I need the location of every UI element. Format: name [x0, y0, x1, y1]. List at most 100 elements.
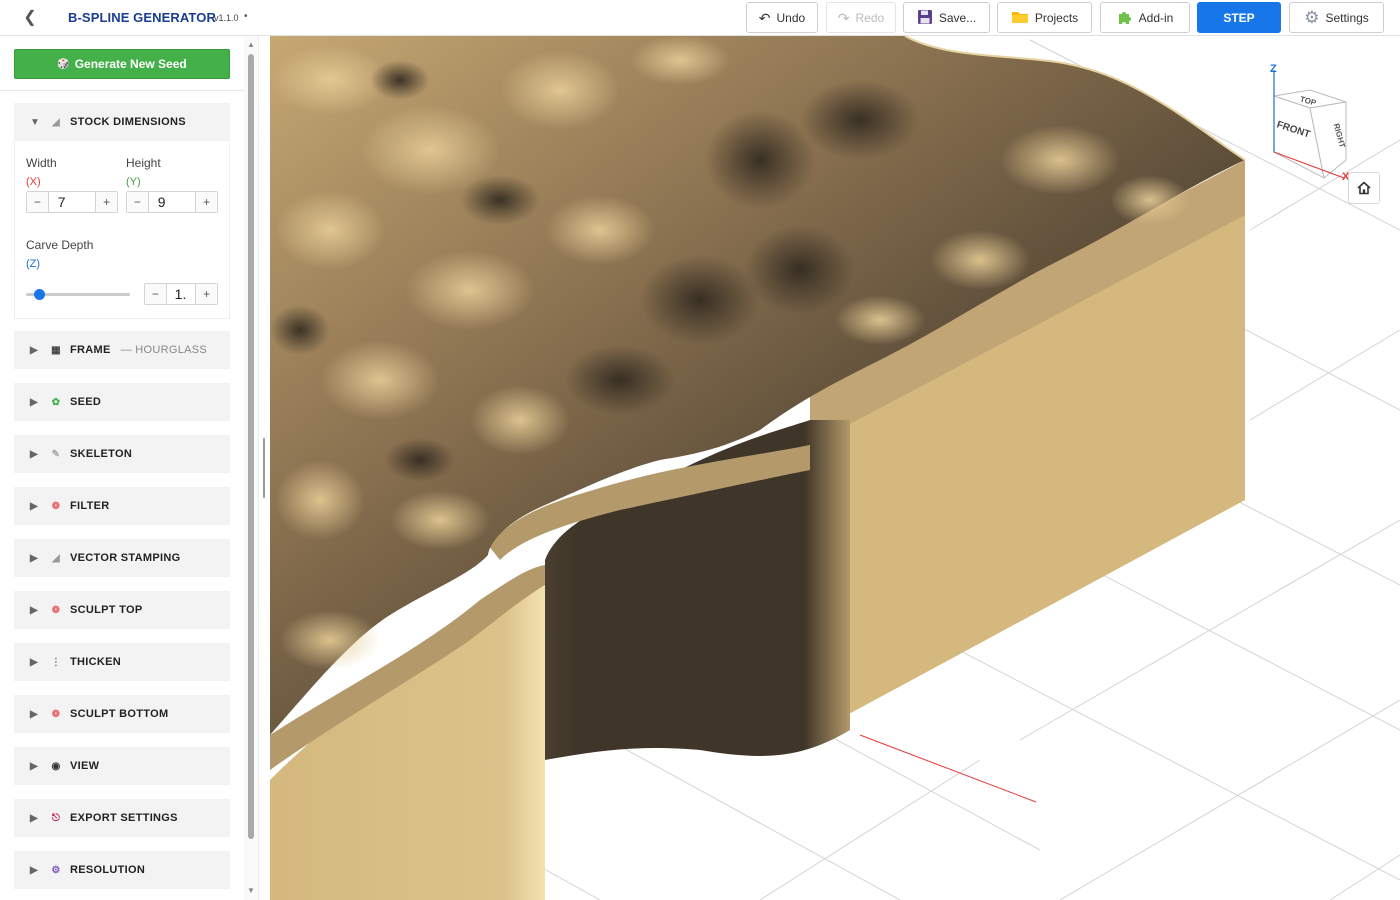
undo-icon: ↶: [758, 9, 771, 26]
panel-view: ▶ ◉ VIEW: [14, 747, 230, 785]
carve-depth-input[interactable]: 1.: [165, 284, 197, 304]
panel-header-skeleton[interactable]: ▶ ✎ SKELETON: [14, 435, 230, 473]
pencil-icon: ✎: [51, 448, 61, 460]
panel-filter: ▶ ❁ FILTER: [14, 487, 230, 525]
width-input[interactable]: 7: [47, 192, 97, 212]
frame-icon: ▦: [51, 344, 61, 356]
height-label: Height: [126, 156, 161, 170]
home-view-button[interactable]: [1348, 172, 1380, 204]
panel-header-view[interactable]: ▶ ◉ VIEW: [14, 747, 230, 785]
sidebar-scrollbar-thumb[interactable]: [248, 54, 254, 839]
floppy-disk-icon: [917, 9, 933, 27]
panel-vector-stamping: ▶ ◢ VECTOR STAMPING: [14, 539, 230, 577]
width-stepper: − 7 +: [26, 191, 118, 213]
separator: [0, 90, 244, 91]
caret-right-icon: ▶: [30, 656, 38, 668]
panel-header-sculpt-bottom[interactable]: ▶ ❁ SCULPT BOTTOM: [14, 695, 230, 733]
panel-header-vector-stamping[interactable]: ▶ ◢ VECTOR STAMPING: [14, 539, 230, 577]
caret-right-icon: ▶: [30, 500, 38, 512]
carve-depth-label: Carve Depth: [26, 238, 94, 252]
caret-right-icon: ▶: [30, 344, 38, 356]
caret-right-icon: ▶: [30, 812, 38, 824]
panel-header-filter[interactable]: ▶ ❁ FILTER: [14, 487, 230, 525]
seedling-icon: ✿: [51, 396, 61, 408]
height-axis-label: (Y): [126, 176, 141, 188]
palette-icon: ❁: [51, 500, 61, 512]
palette-icon: ❁: [51, 708, 61, 720]
generate-new-seed-button[interactable]: 🎲 Generate New Seed: [14, 49, 230, 79]
height-stepper: − 9 +: [126, 191, 218, 213]
unsaved-indicator: •: [244, 11, 248, 22]
caret-right-icon: ▶: [30, 448, 38, 460]
carve-depth-slider-thumb[interactable]: [34, 289, 45, 300]
panel-header-seed[interactable]: ▶ ✿ SEED: [14, 383, 230, 421]
app-title: B-SPLINE GENERATOR: [68, 10, 216, 25]
panel-export-settings: ▶ ⎋ EXPORT SETTINGS: [14, 799, 230, 837]
panel-thicken: ▶ ⋮ THICKEN: [14, 643, 230, 681]
dice-icon: 🎲: [57, 58, 70, 70]
carve-depth-stepper: − 1. +: [144, 283, 218, 305]
panel-frame: ▶ ▦ FRAME — HOURGLASS: [14, 331, 230, 369]
folder-icon: [1011, 9, 1029, 26]
x-axis-line: [859, 734, 1037, 803]
width-decrement-button[interactable]: −: [27, 192, 48, 212]
caret-right-icon: ▶: [30, 760, 38, 772]
gear-icon: ⚙: [51, 864, 61, 876]
3d-viewport[interactable]: Z X TOP FRONT RIGHT: [270, 36, 1400, 900]
panel-header-thicken[interactable]: ▶ ⋮ THICKEN: [14, 643, 230, 681]
redo-icon: ↷: [837, 9, 850, 26]
viewport-canvas[interactable]: [270, 36, 1400, 900]
step-export-button[interactable]: STEP: [1197, 2, 1281, 33]
caret-down-icon: ▼: [30, 116, 41, 128]
chain-link-icon: ⋮: [50, 656, 62, 668]
carve-depth-decrement-button[interactable]: −: [145, 284, 166, 304]
eye-icon: ◉: [51, 760, 61, 772]
caret-right-icon: ▶: [30, 552, 38, 564]
undo-button[interactable]: ↶ Undo: [746, 2, 818, 33]
redo-button[interactable]: ↷ Redo: [826, 2, 896, 33]
z-axis-label: Z: [1270, 63, 1277, 75]
back-button[interactable]: ❮: [20, 8, 40, 28]
height-input[interactable]: 9: [147, 192, 197, 212]
panel-header-stock-dimensions[interactable]: ▼ ◢ STOCK DIMENSIONS: [14, 103, 230, 141]
scroll-up-arrow-icon[interactable]: ▲: [247, 40, 255, 49]
top-toolbar: ❮ B-SPLINE GENERATOR v1.1.0 • ↶ Undo ↷ R…: [0, 0, 1400, 36]
chevron-left-icon: ❮: [23, 9, 37, 26]
panel-sculpt-bottom: ▶ ❁ SCULPT BOTTOM: [14, 695, 230, 733]
frame-type-label: — HOURGLASS: [120, 344, 208, 356]
palette-icon: ❁: [51, 604, 61, 616]
settings-button[interactable]: ⚙ Settings: [1289, 2, 1384, 33]
ruler-triangle-icon: ◢: [52, 552, 60, 564]
carve-depth-axis-label: (Z): [26, 258, 41, 270]
panel-resolution: ▶ ⚙ RESOLUTION: [14, 851, 230, 889]
width-increment-button[interactable]: +: [96, 192, 117, 212]
home-icon: [1357, 181, 1371, 195]
panel-sculpt-top: ▶ ❁ SCULPT TOP: [14, 591, 230, 629]
export-tray-icon: ⎋: [51, 812, 61, 824]
app-version: v1.1.0: [214, 13, 239, 23]
caret-right-icon: ▶: [30, 708, 38, 720]
caret-right-icon: ▶: [30, 604, 38, 616]
carve-depth-increment-button[interactable]: +: [196, 284, 218, 304]
height-increment-button[interactable]: +: [196, 192, 217, 212]
panel-seed: ▶ ✿ SEED: [14, 383, 230, 421]
left-sidebar: 🎲 Generate New Seed ▼ ◢ STOCK DIMENSIONS…: [0, 36, 244, 900]
projects-button[interactable]: Projects: [997, 2, 1092, 33]
resize-grip-handle[interactable]: [263, 438, 265, 498]
caret-right-icon: ▶: [30, 396, 38, 408]
gear-icon: ⚙: [1304, 7, 1320, 27]
scroll-down-arrow-icon[interactable]: ▼: [247, 886, 255, 895]
width-label: Width: [26, 156, 57, 170]
addin-button[interactable]: Add-in: [1100, 2, 1190, 33]
panel-header-sculpt-top[interactable]: ▶ ❁ SCULPT TOP: [14, 591, 230, 629]
puzzle-piece-icon: [1117, 9, 1133, 27]
panel-skeleton: ▶ ✎ SKELETON: [14, 435, 230, 473]
view-cube[interactable]: Z X TOP FRONT RIGHT: [1262, 60, 1352, 180]
width-axis-label: (X): [26, 176, 41, 188]
height-decrement-button[interactable]: −: [127, 192, 148, 212]
panel-header-resolution[interactable]: ▶ ⚙ RESOLUTION: [14, 851, 230, 889]
caret-right-icon: ▶: [30, 864, 38, 876]
panel-header-export-settings[interactable]: ▶ ⎋ EXPORT SETTINGS: [14, 799, 230, 837]
panel-header-frame[interactable]: ▶ ▦ FRAME — HOURGLASS: [14, 331, 230, 369]
save-button[interactable]: Save...: [903, 2, 990, 33]
